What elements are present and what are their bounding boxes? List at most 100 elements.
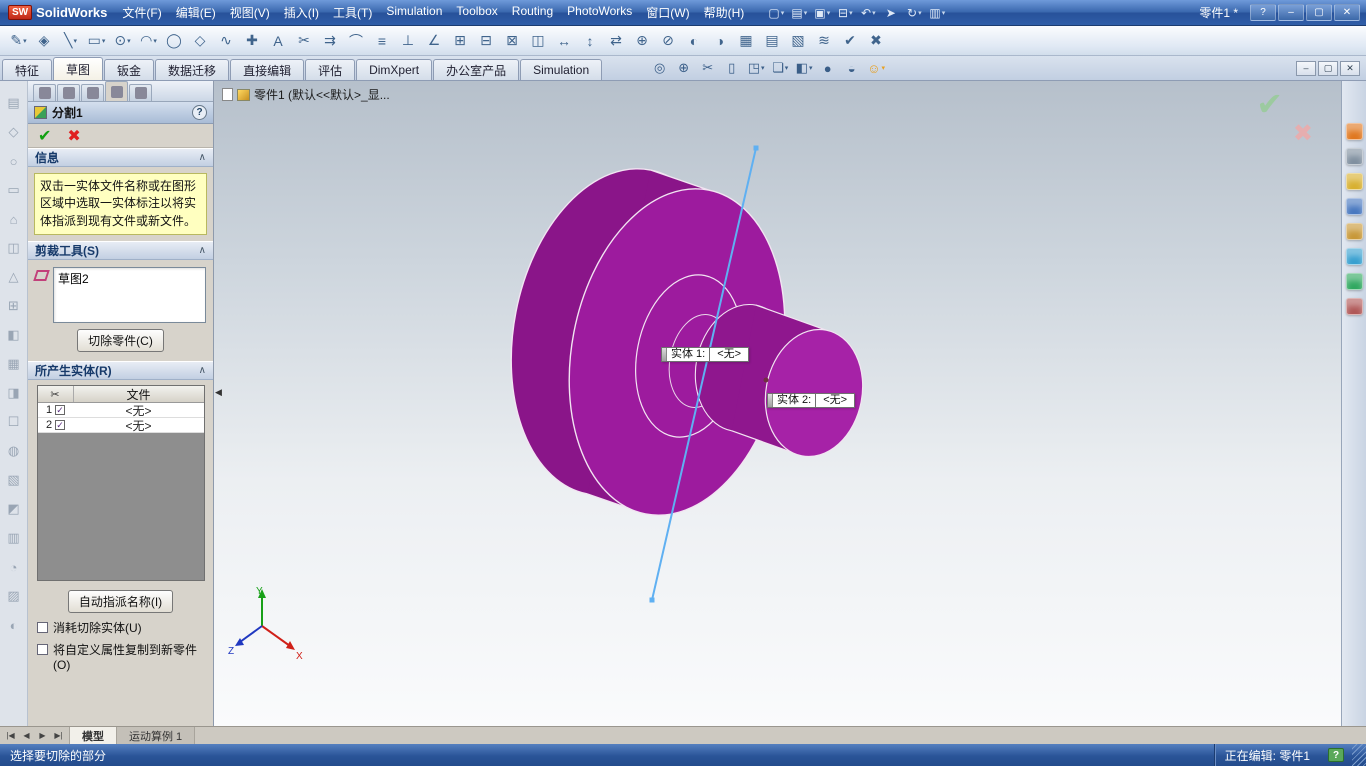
toolbar-icon[interactable]: ∿ [214,29,239,53]
file-cell[interactable]: <无> [74,417,204,434]
menu-item[interactable]: Toolbox [449,1,504,24]
callout-value[interactable]: <无> [709,348,748,361]
cancel-button[interactable]: ✖ [67,126,80,146]
commandmanager-tab[interactable]: 钣金 [104,59,155,80]
task-pane-icon[interactable] [1345,148,1363,165]
feature-tool-icon[interactable]: ▭ [4,180,24,200]
commandmanager-tab[interactable]: 数据迁移 [155,59,230,80]
toolbar-icon[interactable]: ╲ ▾ [58,29,83,53]
toolbar-icon[interactable]: ▥ ▾ [926,3,948,23]
toolbar-icon[interactable]: ▭ ▾ [84,29,109,53]
commandmanager-tab[interactable]: 直接编辑 [230,59,305,80]
toolbar-icon[interactable]: ⊘ [656,29,681,53]
tab-scroll-button[interactable]: ▶| [51,731,66,740]
body-callout-1[interactable]: 实体 1: <无> [661,347,750,362]
feature-tool-icon[interactable]: ◩ [4,499,24,519]
panel-collapse-arrow-icon[interactable]: ◀ [215,387,222,398]
breadcrumb-text[interactable]: 零件1 (默认<<默认>_显... [254,86,390,103]
feature-tool-icon[interactable]: ▦ [4,354,24,374]
toolbar-icon[interactable]: ◈ [32,29,57,53]
task-pane-icon[interactable] [1345,123,1363,140]
toolbar-icon[interactable]: ✖ [864,29,889,53]
toolbar-icon[interactable]: ⇄ [604,29,629,53]
feature-tool-icon[interactable]: ◔ [4,557,24,577]
toolbar-icon[interactable]: ✚ [240,29,265,53]
toolbar-icon[interactable]: ↔ [552,29,577,53]
confirmation-corner-cancel-icon[interactable]: ✖ [1293,119,1313,148]
task-pane-icon[interactable] [1345,248,1363,265]
menu-item[interactable]: PhotoWorks [560,1,639,24]
selection-item[interactable]: 草图2 [58,270,201,287]
view-tool-icon[interactable]: ⊕ [673,58,695,78]
graphics-viewport[interactable]: 零件1 (默认<<默认>_显... ◀ ✔ ✖ 实体 1: <无> 实体 2: … [214,81,1341,726]
toolbar-icon[interactable]: ▢ ▾ [765,3,787,23]
commandmanager-tab[interactable]: 评估 [305,59,356,80]
toolbar-icon[interactable]: ⊟ [474,29,499,53]
document-window-button[interactable]: ‒ [1296,60,1316,76]
toolbar-icon[interactable]: ⊥ [396,29,421,53]
toolbar-icon[interactable]: ⌒ [344,29,369,53]
commandmanager-tab[interactable]: 草图 [53,57,104,80]
resize-grip[interactable] [1352,744,1366,766]
feature-tool-icon[interactable]: ⌂ [4,209,24,229]
toolbar-icon[interactable]: ⇉ [318,29,343,53]
toolbar-icon[interactable]: ⊙ ▾ [110,29,135,53]
toolbar-icon[interactable]: ◑ [708,29,733,53]
confirmation-corner-ok-icon[interactable]: ✔ [1256,85,1283,123]
feature-tree-breadcrumb[interactable]: 零件1 (默认<<默认>_显... [222,86,390,103]
view-tool-icon[interactable]: ❏ ▾ [769,58,791,78]
body-checkbox[interactable]: ✓ [55,405,66,416]
feature-tool-icon[interactable]: △ [4,267,24,287]
toolbar-icon[interactable]: ∠ [422,29,447,53]
section-header-message[interactable]: 信息 ∧ [28,148,213,167]
feature-tool-icon[interactable]: ▨ [4,586,24,606]
toolbar-icon[interactable]: ▤ ▾ [788,3,810,23]
toolbar-icon[interactable]: ➤ [880,3,902,23]
toolbar-icon[interactable]: ↕ [578,29,603,53]
view-tool-icon[interactable]: ◧ ▾ [793,58,815,78]
document-window-button[interactable]: ✕ [1340,60,1360,76]
commandmanager-tab[interactable]: 办公室产品 [433,59,520,80]
toolbar-icon[interactable]: ◇ [188,29,213,53]
section-header-resulting-bodies[interactable]: 所产生实体(R) ∧ [28,361,213,381]
toolbar-icon[interactable]: ◫ [526,29,551,53]
commandmanager-tab[interactable]: Simulation [520,59,603,80]
window-control-button[interactable]: ? [1250,4,1276,21]
view-tool-icon[interactable]: ● [817,58,839,78]
feature-tool-icon[interactable]: ○ [4,151,24,171]
body-checkbox[interactable]: ✓ [55,420,66,431]
table-row[interactable]: 2 ✓ <无> [37,417,204,434]
bodies-table[interactable]: ✂ 文件 1 ✓ <无> 2 ✓ <无> [36,385,205,582]
callout-value[interactable]: <无> [815,394,854,407]
toolbar-icon[interactable]: ≡ [370,29,395,53]
consume-bodies-checkbox[interactable] [37,622,48,634]
copy-properties-checkbox[interactable] [37,643,48,655]
menu-item[interactable]: 工具(T) [326,1,379,24]
toolbar-icon[interactable]: ✎ ▾ [6,29,31,53]
feature-tool-icon[interactable]: ▥ [4,528,24,548]
task-pane-icon[interactable] [1345,223,1363,240]
toolbar-icon[interactable]: ⊠ [500,29,525,53]
view-tool-icon[interactable]: ◳ ▾ [745,58,767,78]
cut-part-button[interactable]: 切除零件(C) [77,329,164,353]
document-window-button[interactable]: ▢ [1318,60,1338,76]
feature-tool-icon[interactable]: ◫ [4,238,24,258]
feature-tool-icon[interactable]: ▧ [4,470,24,490]
menu-item[interactable]: 帮助(H) [697,1,752,24]
view-tool-icon[interactable]: ▯ [721,58,743,78]
manager-tab[interactable] [81,84,104,101]
body-callout-2[interactable]: 实体 2: <无> [767,393,856,408]
feature-tool-icon[interactable]: ▤ [4,93,24,113]
toolbar-icon[interactable]: ▦ [734,29,759,53]
feature-tool-icon[interactable]: ◐ [4,615,24,635]
toolbar-icon[interactable]: ↶ ▾ [857,3,879,23]
commandmanager-tab[interactable]: DimXpert [356,59,433,80]
toolbar-icon[interactable]: ▣ ▾ [811,3,833,23]
commandmanager-tab[interactable]: 特征 [2,59,53,80]
task-pane-icon[interactable] [1345,273,1363,290]
tab-scroll-button[interactable]: ▶ [35,731,50,740]
menu-item[interactable]: 窗口(W) [639,1,696,24]
tab-scroll-button[interactable]: ◀ [19,731,34,740]
toolbar-icon[interactable]: A [266,29,291,53]
task-pane-icon[interactable] [1345,173,1363,190]
